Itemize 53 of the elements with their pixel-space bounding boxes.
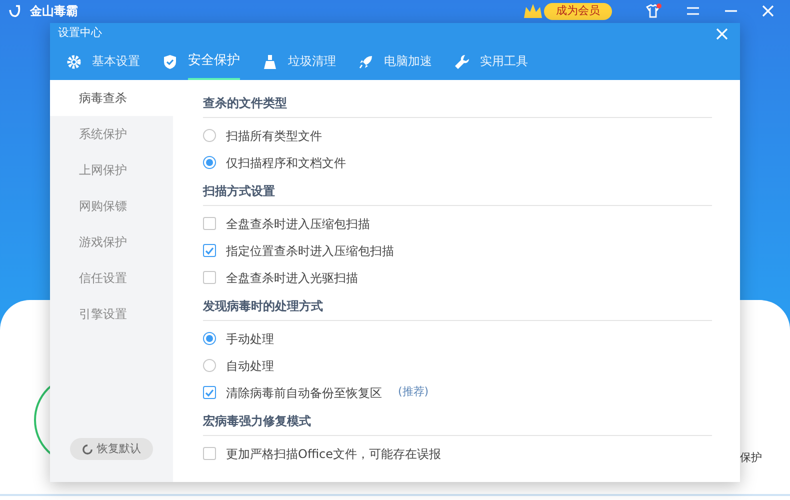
sidebar-item[interactable]: 信任设置 <box>50 260 173 296</box>
sidebar-item[interactable]: 上网保护 <box>50 152 173 188</box>
radio-button[interactable] <box>203 332 216 345</box>
option-label: 全盘查杀时进入光驱扫描 <box>226 270 358 286</box>
option-label: 更加严格扫描Office文件，可能存在误报 <box>226 446 442 462</box>
refresh-icon <box>82 444 93 454</box>
option-label: 仅扫描程序和文档文件 <box>226 154 346 172</box>
rocket-icon <box>358 54 374 70</box>
tab[interactable]: 实用工具 <box>480 44 528 80</box>
recommended-note: (推荐) <box>398 384 429 400</box>
tab[interactable]: 安全保护 <box>188 44 240 80</box>
close-icon[interactable] <box>716 28 728 40</box>
shirt-icon[interactable] <box>644 3 662 19</box>
checkbox[interactable] <box>203 386 216 399</box>
checkbox[interactable] <box>203 271 216 284</box>
checkbox[interactable] <box>203 244 216 257</box>
restore-default-button[interactable]: 恢复默认 <box>70 438 153 460</box>
broom-icon <box>262 54 278 70</box>
option-label: 全盘查杀时进入压缩包扫描 <box>226 216 370 232</box>
checkbox[interactable] <box>203 447 216 460</box>
sidebar-item[interactable]: 游戏保护 <box>50 224 173 260</box>
option-label: 指定位置查杀时进入压缩包扫描 <box>226 242 394 260</box>
close-icon[interactable] <box>762 5 774 17</box>
sidebar-item[interactable]: 系统保护 <box>50 116 173 152</box>
section-title: 发现病毒时的处理方式 <box>203 297 712 321</box>
section-title: 宏病毒强力修复模式 <box>203 412 712 436</box>
option-label: 自动处理 <box>226 358 274 374</box>
tab[interactable]: 电脑加速 <box>384 44 432 80</box>
section-title: 查杀的文件类型 <box>203 94 712 118</box>
radio-button[interactable] <box>203 359 216 372</box>
tab[interactable]: 基本设置 <box>92 44 140 80</box>
wrench-icon <box>454 54 470 70</box>
gear-icon <box>66 54 82 70</box>
minimize-icon[interactable] <box>724 9 738 13</box>
shield-icon <box>162 54 178 70</box>
vip-button[interactable]: 成为会员 <box>544 2 612 20</box>
option-label: 清除病毒前自动备份至恢复区 <box>226 384 382 402</box>
radio-button[interactable] <box>203 156 216 169</box>
sidebar-item[interactable]: 网购保镖 <box>50 188 173 224</box>
logo-icon <box>8 4 22 18</box>
sidebar-item[interactable]: 病毒查杀 <box>50 80 173 116</box>
dialog-title: 设置中心 <box>58 25 102 42</box>
option-label: 扫描所有类型文件 <box>226 128 322 144</box>
radio-button[interactable] <box>203 129 216 142</box>
option-label: 手动处理 <box>226 330 274 348</box>
tab[interactable]: 垃圾清理 <box>288 44 336 80</box>
menu-icon[interactable] <box>686 6 700 16</box>
sidebar-item[interactable]: 引擎设置 <box>50 296 173 332</box>
partial-text: 保护 <box>740 450 762 466</box>
app-title: 金山毒霸 <box>30 3 78 20</box>
checkbox[interactable] <box>203 217 216 230</box>
crown-icon <box>522 2 544 20</box>
section-title: 扫描方式设置 <box>203 182 712 206</box>
